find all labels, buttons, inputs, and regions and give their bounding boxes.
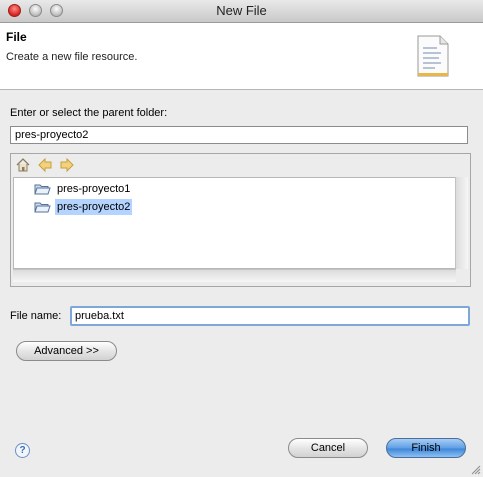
advanced-button[interactable]: Advanced >>: [16, 341, 117, 361]
banner-description: Create a new file resource.: [6, 51, 138, 63]
banner-title: File: [6, 30, 27, 44]
cancel-button[interactable]: Cancel: [288, 438, 368, 458]
title-bar[interactable]: New File: [0, 0, 483, 23]
folder-tree[interactable]: pres-proyecto1 pres-proyecto2: [13, 177, 456, 269]
folder-open-icon: [34, 184, 51, 195]
document-icon: [417, 35, 449, 77]
tree-item-label: pres-proyecto1: [57, 183, 131, 195]
window-title: New File: [216, 3, 267, 18]
parent-folder-label: Enter or select the parent folder:: [10, 107, 168, 119]
resize-grip-icon[interactable]: [469, 463, 481, 475]
file-name-label: File name:: [10, 310, 62, 322]
tree-item-label: pres-proyecto2: [55, 199, 133, 215]
finish-button[interactable]: Finish: [386, 438, 466, 458]
forward-arrow-icon[interactable]: [59, 157, 75, 173]
file-name-input[interactable]: prueba.txt: [70, 306, 470, 326]
back-arrow-icon[interactable]: [37, 157, 53, 173]
folder-tree-panel: pres-proyecto1 pres-proyecto2: [10, 153, 471, 287]
new-file-dialog: New File File Create a new file resource…: [0, 0, 483, 477]
tree-horizontal-scrollbar[interactable]: [13, 269, 456, 282]
wizard-banner: File Create a new file resource.: [0, 23, 483, 90]
folder-open-icon: [34, 202, 51, 213]
help-icon[interactable]: ?: [15, 443, 30, 458]
tree-vertical-scrollbar[interactable]: [455, 177, 468, 269]
home-icon[interactable]: [15, 157, 31, 173]
parent-folder-input[interactable]: pres-proyecto2: [10, 126, 468, 144]
